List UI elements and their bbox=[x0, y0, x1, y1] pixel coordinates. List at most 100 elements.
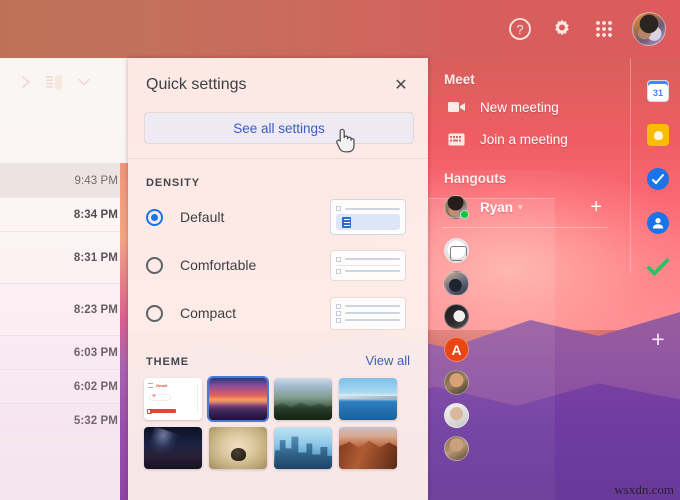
calendar-icon[interactable]: 31 bbox=[647, 80, 669, 102]
density-preview-comfortable[interactable] bbox=[330, 249, 406, 281]
radio-button[interactable] bbox=[146, 208, 163, 226]
thumb-row-bar bbox=[150, 409, 176, 413]
svg-text:?: ? bbox=[516, 22, 523, 37]
avatar[interactable] bbox=[632, 12, 666, 46]
preview-bar bbox=[345, 270, 400, 272]
page-title: Quick settings bbox=[146, 76, 247, 93]
density-option-compact[interactable]: Compact bbox=[128, 289, 428, 337]
table-row[interactable]: 6:03 PM bbox=[0, 335, 128, 369]
list-item[interactable] bbox=[430, 300, 636, 333]
table-row[interactable]: 8:23 PM bbox=[0, 283, 128, 335]
theme-thumb-default-light[interactable]: Gmail bbox=[144, 378, 202, 420]
menu-icon bbox=[148, 382, 153, 388]
theme-thumb-red-canyon[interactable] bbox=[339, 427, 397, 469]
see-all-settings-wrap: See all settings bbox=[128, 112, 428, 144]
see-all-settings-button[interactable]: See all settings bbox=[144, 112, 414, 144]
mail-list-toolbar bbox=[0, 58, 128, 106]
gmail-wordmark: Gmail bbox=[156, 382, 168, 388]
theme-thumb-blue-lake[interactable] bbox=[339, 378, 397, 420]
checkbox-glyph bbox=[336, 303, 341, 309]
preview-line bbox=[336, 256, 400, 262]
preview-line bbox=[336, 206, 400, 211]
list-item[interactable]: A bbox=[430, 333, 636, 366]
theme-row: Gmail bbox=[144, 376, 428, 422]
list-item[interactable] bbox=[430, 267, 636, 300]
green-check-icon[interactable] bbox=[647, 256, 669, 278]
mail-timestamp: 6:02 PM bbox=[73, 380, 118, 393]
density-option-label: Default bbox=[180, 209, 225, 225]
hangouts-current-user-row[interactable]: Ryan ▾ + bbox=[430, 190, 636, 224]
theme-section-header: THEME View all bbox=[128, 337, 428, 368]
expand-panel-icon[interactable] bbox=[18, 74, 34, 90]
theme-thumb-desert-rock[interactable] bbox=[209, 427, 267, 469]
attachment-icon bbox=[342, 216, 351, 228]
checkbox-glyph bbox=[336, 317, 341, 323]
density-option-default[interactable]: Default bbox=[128, 193, 428, 241]
gear-icon[interactable] bbox=[544, 11, 580, 47]
theme-section-label: THEME bbox=[146, 356, 189, 368]
help-icon[interactable]: ? bbox=[502, 11, 538, 47]
table-row[interactable]: 6:02 PM bbox=[0, 369, 128, 403]
add-app-button[interactable]: + bbox=[651, 328, 664, 351]
radio-button[interactable] bbox=[146, 304, 163, 322]
theme-thumb-city-skyline[interactable] bbox=[274, 427, 332, 469]
avatar bbox=[444, 195, 469, 219]
checkbox-glyph bbox=[336, 310, 341, 316]
quick-settings-panel: Quick settings ✕ See all settings DENSIT… bbox=[128, 58, 428, 500]
table-row[interactable]: 5:32 PM bbox=[0, 403, 128, 437]
new-meeting-button[interactable]: New meeting bbox=[430, 91, 636, 123]
app-header: ? bbox=[0, 0, 680, 58]
mail-timestamp: 8:23 PM bbox=[73, 303, 118, 316]
table-row[interactable]: 9:43 PM bbox=[0, 163, 128, 197]
checkbox-glyph bbox=[336, 206, 341, 211]
preview-line bbox=[336, 303, 400, 309]
avatar bbox=[444, 436, 469, 461]
theme-thumb-sunset-mountains[interactable] bbox=[207, 376, 269, 422]
mail-timestamp: 5:32 PM bbox=[73, 414, 118, 427]
list-item[interactable] bbox=[430, 234, 636, 267]
new-conversation-button[interactable]: + bbox=[590, 197, 602, 217]
radio-button[interactable] bbox=[146, 256, 163, 274]
mail-timestamp: 8:31 PM bbox=[73, 251, 118, 264]
reading-pane-icon[interactable] bbox=[46, 75, 66, 90]
chevron-down-icon[interactable]: ▾ bbox=[518, 202, 523, 213]
list-item[interactable] bbox=[430, 399, 636, 432]
avatar bbox=[444, 271, 469, 296]
preview-bar bbox=[345, 305, 400, 307]
mail-thread-list[interactable]: 9:43 PM 8:34 PM 8:31 PM 8:23 PM 6:03 PM … bbox=[0, 58, 128, 500]
avatar bbox=[444, 238, 469, 263]
theme-thumb-alpine-forest[interactable] bbox=[274, 378, 332, 420]
avatar: A bbox=[444, 337, 469, 362]
thumb-decoration bbox=[197, 384, 198, 414]
chevron-down-icon[interactable] bbox=[78, 78, 90, 86]
table-row[interactable]: 8:31 PM bbox=[0, 231, 128, 283]
contacts-icon[interactable] bbox=[647, 212, 669, 234]
keep-icon[interactable] bbox=[647, 124, 669, 146]
avatar-initial: A bbox=[451, 341, 462, 358]
hangouts-user-name: Ryan bbox=[480, 199, 514, 215]
thumb-header: Gmail bbox=[148, 382, 196, 388]
density-option-comfortable[interactable]: Comfortable bbox=[128, 241, 428, 289]
preview-bar bbox=[345, 207, 400, 210]
mail-timestamp: 9:43 PM bbox=[74, 174, 118, 187]
density-preview-compact[interactable] bbox=[330, 296, 406, 330]
close-icon[interactable]: ✕ bbox=[388, 72, 414, 98]
apps-grid-icon[interactable] bbox=[586, 11, 622, 47]
see-all-settings-label: See all settings bbox=[233, 120, 325, 136]
side-app-rail: 31 + bbox=[636, 58, 680, 500]
join-meeting-button[interactable]: Join a meeting bbox=[430, 123, 636, 155]
theme-thumb-night-sky[interactable] bbox=[144, 427, 202, 469]
join-meeting-label: Join a meeting bbox=[480, 131, 568, 147]
avatar bbox=[444, 304, 469, 329]
list-item[interactable] bbox=[430, 366, 636, 399]
preview-bar bbox=[345, 258, 400, 260]
list-item[interactable] bbox=[430, 432, 636, 465]
meet-hangouts-panel: Meet New meeting Join a meeting Hangouts… bbox=[430, 58, 636, 500]
preview-bar bbox=[345, 319, 400, 321]
tasks-icon[interactable] bbox=[647, 168, 669, 190]
view-all-themes-link[interactable]: View all bbox=[365, 353, 410, 368]
mail-timestamp: 8:34 PM bbox=[73, 208, 118, 221]
table-row[interactable]: 8:34 PM bbox=[0, 197, 128, 231]
checkbox-glyph bbox=[336, 268, 341, 274]
density-preview-default[interactable] bbox=[330, 199, 406, 235]
